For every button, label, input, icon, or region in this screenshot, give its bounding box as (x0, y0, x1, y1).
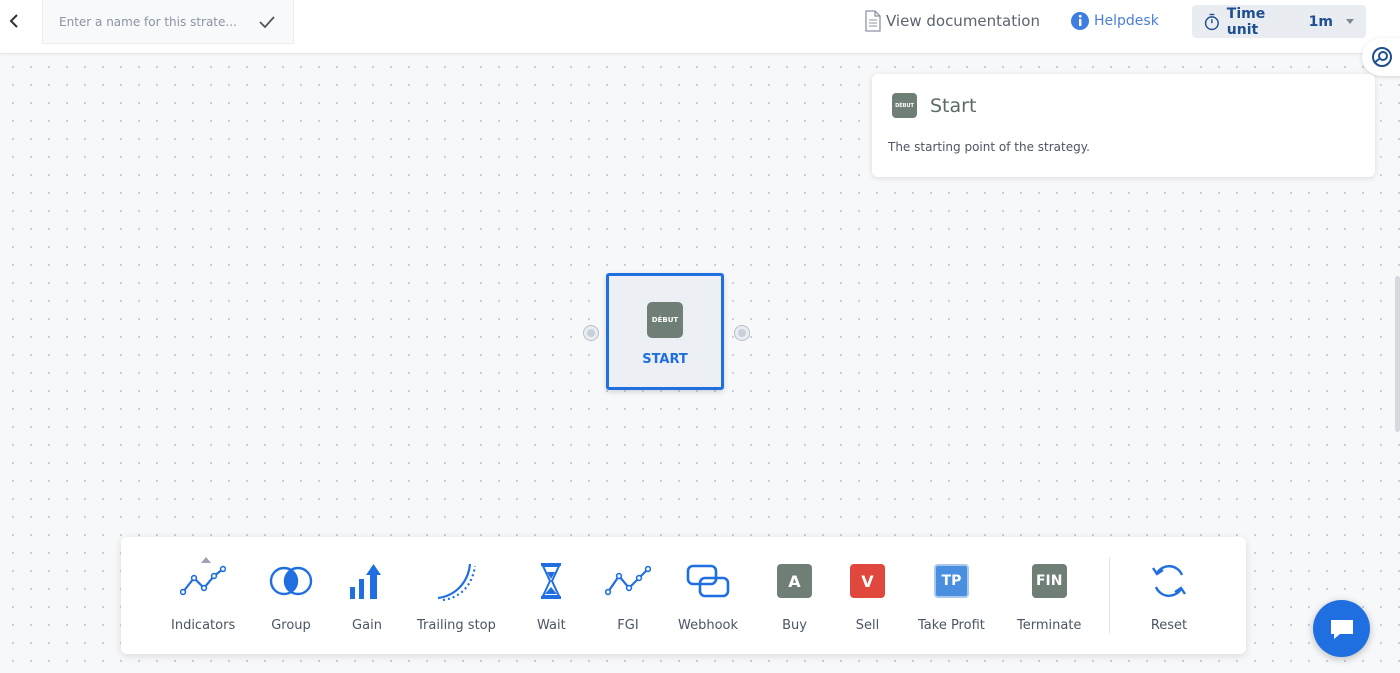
node-output-port[interactable] (735, 326, 749, 340)
stopwatch-icon (1204, 13, 1219, 30)
reset-label: Reset (1150, 618, 1188, 633)
tool-label: Wait (537, 618, 566, 633)
tool-label: FGI (617, 618, 639, 633)
tool-sell[interactable]: V Sell (850, 559, 885, 633)
refresh-icon (1152, 565, 1186, 597)
buy-icon: A (777, 564, 812, 598)
check-icon (259, 15, 275, 28)
tool-label: Group (271, 618, 311, 633)
debut-badge-icon: DÉBUT (892, 93, 917, 118)
time-unit-selector[interactable]: Time unit 1m (1192, 5, 1366, 38)
node-toolbar: Indicators Group Gain Trailing stop Wait… (121, 537, 1246, 654)
info-card-description: The starting point of the strategy. (888, 140, 1090, 154)
sell-icon: V (850, 564, 885, 598)
view-documentation-label: View documentation (886, 12, 1040, 30)
chat-button[interactable] (1313, 600, 1370, 657)
confirm-name-button[interactable] (257, 12, 277, 32)
group-icon (269, 566, 313, 596)
indicators-icon (180, 565, 227, 596)
fgi-icon (605, 565, 651, 596)
terminate-icon: FIN (1031, 564, 1067, 598)
strategy-name-box (42, 0, 294, 44)
strategy-name-input[interactable] (59, 14, 257, 29)
node-input-port[interactable] (584, 326, 598, 340)
chevron-down-icon (1346, 19, 1354, 24)
webhook-icon (686, 564, 730, 598)
tool-label: Indicators (171, 618, 236, 633)
back-button[interactable] (0, 0, 28, 42)
chat-icon (1330, 619, 1353, 639)
tool-trailing-stop[interactable]: Trailing stop (417, 559, 496, 633)
tool-label: Buy (782, 618, 807, 633)
tool-fgi[interactable]: FGI (605, 559, 651, 633)
hourglass-icon (541, 563, 562, 599)
start-node[interactable]: DÉBUT START (606, 273, 724, 390)
tool-label: Terminate (1017, 618, 1082, 633)
time-unit-label: Time unit (1226, 5, 1266, 38)
node-info-card: DÉBUT Start The starting point of the st… (872, 74, 1375, 177)
tool-webhook[interactable]: Webhook (678, 559, 738, 633)
tool-wait[interactable]: Wait (537, 559, 566, 633)
tool-label: Trailing stop (417, 618, 496, 633)
tool-indicators[interactable]: Indicators (171, 559, 235, 633)
tool-terminate[interactable]: FIN Terminate (1017, 559, 1081, 633)
vertical-scrollbar[interactable] (1395, 276, 1400, 432)
tool-label: Webhook (678, 618, 739, 633)
tool-buy[interactable]: A Buy (777, 559, 812, 633)
debut-badge-icon: DÉBUT (647, 302, 683, 338)
helpdesk-label: Helpdesk (1094, 13, 1159, 29)
gain-icon (350, 564, 381, 599)
info-card-header: DÉBUT Start (892, 93, 1359, 118)
tool-gain[interactable]: Gain (348, 559, 386, 633)
tool-group[interactable]: Group (269, 559, 313, 633)
trailing-stop-icon (438, 563, 477, 602)
helpdesk-link[interactable]: Helpdesk (1070, 9, 1159, 33)
tool-take-profit[interactable]: TP Take Profit (918, 559, 985, 633)
view-documentation-link[interactable]: View documentation (864, 9, 1040, 33)
take-profit-icon: TP (933, 564, 969, 598)
chevron-left-icon (9, 14, 18, 28)
toolbar-divider (1109, 557, 1110, 633)
tool-label: Take Profit (918, 618, 985, 633)
tool-reset[interactable]: Reset (1149, 559, 1189, 633)
tool-label: Sell (855, 618, 880, 633)
top-bar: View documentation Helpdesk Time unit 1m (0, 0, 1400, 54)
info-card-title: Start (930, 94, 977, 117)
assistant-icon (1372, 47, 1392, 67)
assistant-button[interactable] (1362, 38, 1400, 76)
document-icon (865, 10, 881, 32)
info-circle-icon (1071, 12, 1089, 30)
time-unit-value: 1m (1308, 13, 1333, 30)
start-node-label: START (642, 352, 688, 367)
tool-label: Gain (352, 618, 382, 633)
